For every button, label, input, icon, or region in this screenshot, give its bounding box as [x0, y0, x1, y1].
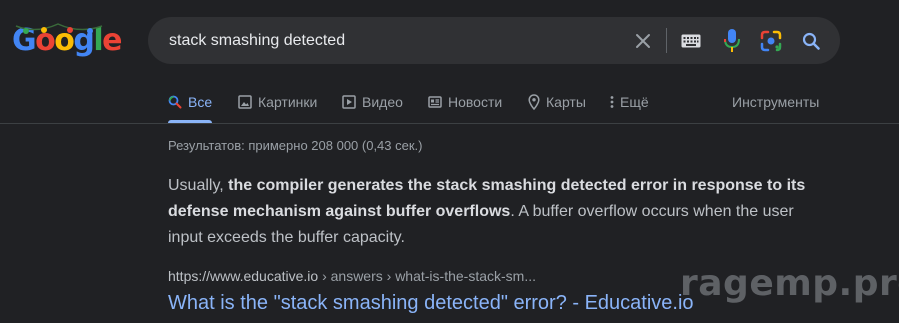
tab-more[interactable]: Ещё [610, 80, 649, 123]
search-divider [666, 28, 667, 53]
logo-letter: e [102, 23, 122, 58]
search-input[interactable] [169, 30, 609, 52]
logo-letter: g [73, 23, 94, 58]
tab-label: Новости [448, 93, 503, 110]
search-icon [802, 32, 820, 50]
tab-label: Карты [546, 93, 586, 110]
featured-snippet: Usually, the compiler generates the stac… [168, 173, 828, 251]
tab-images[interactable]: Картинки [238, 80, 317, 123]
tab-label: Все [188, 93, 213, 110]
result-domain: https://www.educative.io [168, 268, 319, 284]
virtual-keyboard-button[interactable] [676, 17, 706, 64]
tabs-divider [0, 123, 899, 124]
logo-letter: o [35, 23, 56, 58]
more-vert-icon [610, 95, 614, 108]
logo-letter: l [93, 23, 103, 58]
tools-button[interactable]: Инструменты [732, 80, 819, 123]
google-logo[interactable]: Google [12, 23, 123, 58]
tab-label: Картинки [258, 93, 318, 110]
clear-search-button[interactable] [628, 17, 658, 64]
map-pin-icon [528, 93, 540, 110]
tab-news[interactable]: Новости [428, 80, 502, 123]
search-tabs: Все Картинки Видео Новости Карты Ещё Инс… [0, 80, 899, 123]
close-icon [636, 33, 650, 48]
tab-all[interactable]: Все [168, 80, 213, 123]
video-icon [342, 94, 356, 109]
image-search-button[interactable] [757, 17, 785, 64]
logo-letter: o [54, 23, 75, 58]
search-box [148, 17, 840, 64]
result-url[interactable]: https://www.educative.io › answers › wha… [168, 268, 536, 284]
result-path: › answers › what-is-the-stack-sm... [318, 268, 537, 284]
watermark: ragemp.pro [680, 263, 899, 304]
news-icon [428, 95, 442, 108]
logo-letter: G [12, 23, 37, 58]
tab-maps[interactable]: Карты [528, 80, 586, 123]
snippet-prefix: Usually, [168, 177, 229, 194]
result-stats: Результатов: примерно 208 000 (0,43 сек.… [168, 138, 423, 153]
tab-label: Видео [362, 93, 403, 110]
voice-search-button[interactable] [718, 17, 746, 64]
tab-video[interactable]: Видео [342, 80, 403, 123]
search-submit-button[interactable] [796, 17, 826, 64]
image-icon [238, 94, 252, 109]
result-title-link[interactable]: What is the "stack smashing detected" er… [168, 292, 694, 315]
camera-lens-icon [760, 30, 782, 51]
search-icon [168, 95, 182, 108]
tab-label: Ещё [620, 93, 649, 110]
keyboard-icon [681, 34, 701, 47]
mic-icon [724, 28, 740, 52]
